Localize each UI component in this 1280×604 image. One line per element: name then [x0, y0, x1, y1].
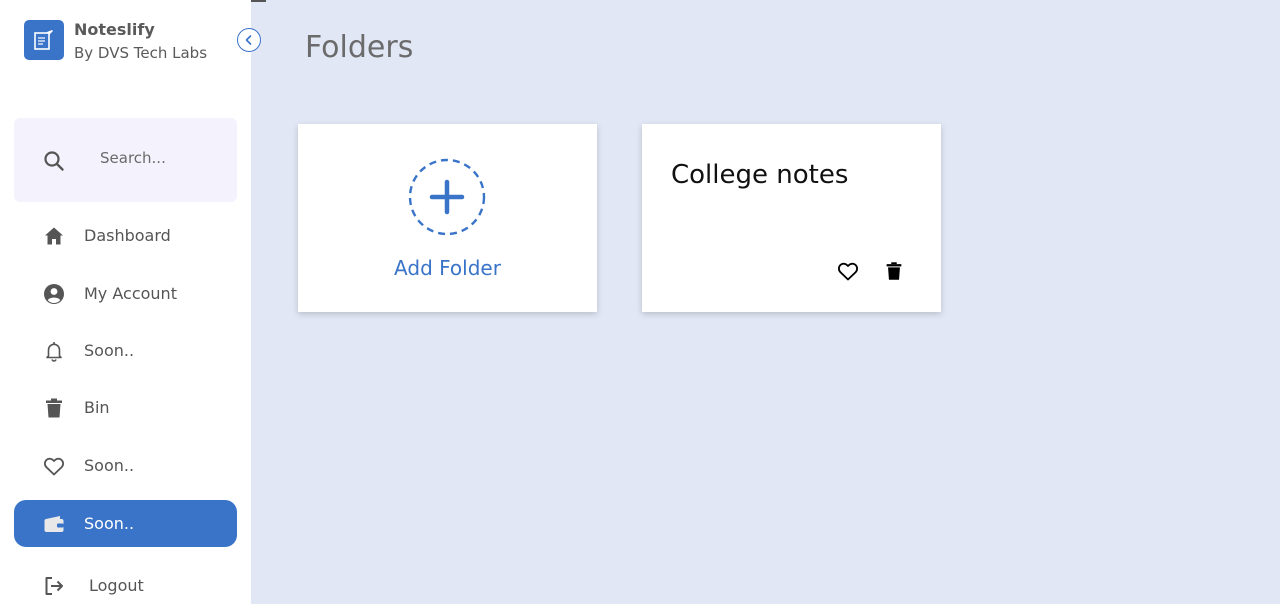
search-icon [42, 149, 66, 177]
add-folder-label: Add Folder [394, 256, 501, 280]
trash-icon [42, 396, 66, 420]
sidebar-item-bin[interactable]: Bin [14, 384, 237, 431]
sidebar-item-favorites[interactable]: Soon.. [14, 442, 237, 489]
app-logo-icon [24, 20, 64, 60]
favorite-folder-button[interactable] [835, 258, 861, 284]
sidebar-item-my-account[interactable]: My Account [14, 270, 237, 317]
search-box [14, 118, 237, 202]
sidebar-item-label: Dashboard [84, 226, 171, 245]
brand[interactable]: Noteslify By DVS Tech Labs [24, 20, 207, 63]
add-folder-card[interactable]: Add Folder [298, 124, 597, 312]
app-subtitle: By DVS Tech Labs [74, 44, 208, 62]
search-input[interactable] [100, 145, 220, 171]
sidebar-item-label: My Account [84, 284, 177, 303]
sidebar-item-logout[interactable]: Logout [14, 562, 237, 604]
main-content: Folders Add Folder College notes [251, 0, 1280, 604]
add-folder-icon [408, 158, 486, 236]
sidebar-item-notifications[interactable]: Soon.. [14, 327, 237, 374]
delete-folder-button[interactable] [881, 258, 907, 284]
trash-icon [883, 260, 905, 282]
sidebar-item-label: Logout [89, 575, 144, 595]
bell-icon [42, 339, 66, 363]
heart-icon [42, 454, 66, 478]
heart-icon [836, 259, 860, 283]
sidebar-item-dashboard[interactable]: Dashboard [14, 212, 237, 259]
wallet-icon [42, 512, 66, 536]
account-icon [42, 282, 66, 306]
logout-icon [42, 574, 66, 598]
sidebar-item-wallet[interactable]: Soon.. [14, 500, 237, 547]
sidebar: Noteslify By DVS Tech Labs Dashboard My … [0, 0, 251, 604]
app-name: Noteslify [74, 20, 155, 39]
sidebar-item-label: Soon.. [84, 341, 135, 360]
home-icon [42, 224, 66, 248]
page-title: Folders [305, 30, 414, 65]
sidebar-item-label: Bin [84, 398, 110, 417]
folder-name: College notes [671, 160, 849, 190]
folder-card[interactable]: College notes [642, 124, 941, 312]
sidebar-item-label: Soon.. [84, 514, 135, 533]
sidebar-item-label: Soon.. [84, 456, 135, 475]
